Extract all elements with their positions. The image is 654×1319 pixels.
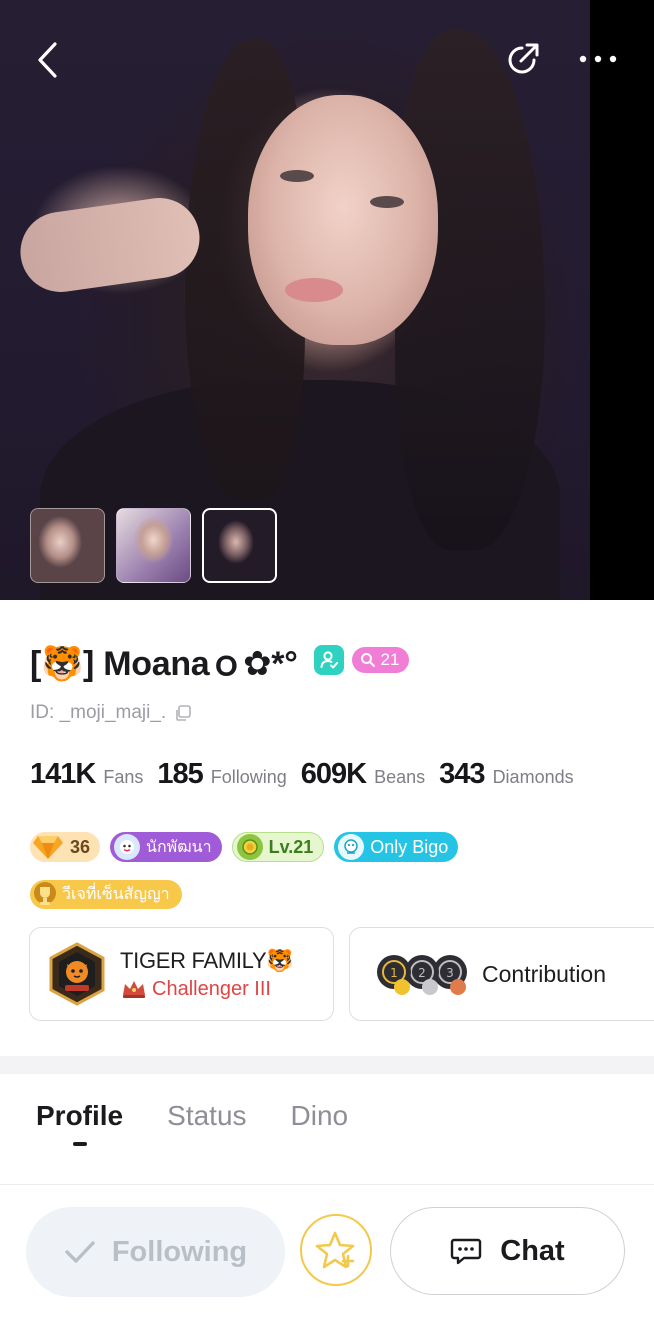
tab-status-label: Status: [167, 1100, 247, 1131]
only-bigo-badge[interactable]: Only Bigo: [334, 832, 459, 862]
gem-level-badge[interactable]: 36: [30, 832, 101, 862]
following-label: Following: [210, 767, 287, 787]
fans-label: Fans: [103, 767, 144, 787]
checkmark-icon: [65, 1241, 95, 1263]
tab-profile[interactable]: Profile: [36, 1100, 124, 1146]
only-bigo-label: Only Bigo: [370, 836, 449, 857]
developer-label: นักพัฒนา: [146, 838, 212, 856]
profile-stats: 141K Fans 185 Following 609K Beans 343 D…: [30, 758, 588, 791]
more-dots-icon: [579, 55, 617, 63]
chat-bubble-icon: [451, 1238, 482, 1265]
chat-button[interactable]: Chat: [390, 1207, 625, 1295]
family-text: TIGER FAMILY🐯 Challenger III: [120, 947, 294, 1001]
signed-vj-badge[interactable]: วีเจที่เซ็นสัญญา: [30, 880, 182, 909]
cover-lips: [285, 278, 343, 302]
family-rank: Challenger III: [152, 977, 271, 1000]
beans-label: Beans: [374, 767, 426, 787]
badge-row: 36 นักพัฒนา Lv.21 Only Bigo: [30, 832, 459, 862]
gem-level-value: 36: [70, 836, 91, 857]
crown-rank-icon: [123, 981, 145, 998]
chevron-left-icon: [38, 42, 57, 78]
family-rank-row: Challenger III: [120, 978, 293, 1001]
tiger-family-emblem-icon: [49, 942, 105, 1006]
following-button[interactable]: Following: [26, 1207, 285, 1297]
contribution-label: Contribution: [482, 960, 607, 987]
profile-id: ID: _moji_maji_.: [30, 702, 167, 723]
tab-dino-label: Dino: [290, 1100, 349, 1131]
photo-thumbnail[interactable]: [30, 508, 105, 583]
photo-thumbnails: [30, 508, 277, 583]
beans-count[interactable]: 609K: [301, 758, 367, 791]
level-pill[interactable]: 21: [351, 647, 410, 673]
family-name: TIGER FAMILY🐯: [120, 947, 294, 973]
profile-name-row: [🐯] Moanaｏ✿*° 21: [30, 638, 410, 683]
diamonds-label: Diamonds: [492, 767, 574, 787]
level-pill-value: 21: [380, 650, 400, 669]
cover-eye: [370, 196, 404, 208]
svg-text:2: 2: [418, 966, 426, 980]
following-button-label: Following: [111, 1235, 248, 1268]
share-button[interactable]: [500, 36, 546, 82]
level-coin-icon: [236, 834, 263, 860]
more-options-button[interactable]: [572, 36, 624, 82]
fans-count[interactable]: 141K: [30, 758, 96, 791]
tab-dino[interactable]: Dino: [291, 1100, 349, 1142]
contribution-card[interactable]: 3 2 1 Contribution: [349, 927, 654, 1021]
user-level-badge[interactable]: Lv.21: [231, 832, 325, 862]
bigo-mascot-icon: [338, 834, 365, 860]
search-person-icon: [360, 653, 375, 667]
cover-photo[interactable]: [0, 0, 654, 600]
diamonds-count[interactable]: 343: [439, 758, 485, 791]
developer-badge[interactable]: นักพัฒนา: [110, 832, 222, 862]
photo-thumbnail-selected[interactable]: [202, 508, 277, 583]
chat-button-label: Chat: [500, 1234, 565, 1267]
cover-arm: [15, 192, 205, 298]
diamond-icon: [33, 836, 63, 859]
mascot-icon: [114, 834, 141, 860]
svg-text:3: 3: [446, 966, 454, 980]
tab-status[interactable]: Status: [167, 1100, 246, 1142]
user-level-label: Lv.21: [268, 836, 314, 857]
user-check-icon: [320, 651, 338, 669]
svg-text:1: 1: [390, 966, 398, 980]
profile-tabs: Profile Status Dino: [36, 1100, 349, 1146]
star-plus-icon: [315, 1231, 355, 1269]
cover-eye: [280, 170, 314, 182]
following-count[interactable]: 185: [157, 758, 203, 791]
signed-vj-label: วีเจที่เซ็นสัญญา: [62, 886, 170, 903]
profile-id-row: ID: _moji_maji_.: [30, 702, 192, 724]
section-divider: [0, 1056, 654, 1074]
verified-badge[interactable]: [313, 645, 344, 675]
favorite-button[interactable]: [300, 1214, 372, 1286]
tabs-divider: [0, 1184, 654, 1185]
trophy-icon: [34, 881, 56, 905]
family-card[interactable]: TIGER FAMILY🐯 Challenger III: [29, 927, 334, 1021]
copy-icon[interactable]: [174, 704, 192, 722]
tab-active-indicator: [72, 1142, 87, 1146]
cover-letterbox: [590, 0, 654, 600]
back-button[interactable]: [26, 38, 70, 82]
contribution-medals-icon: 3 2 1: [377, 955, 467, 995]
tab-profile-label: Profile: [36, 1100, 124, 1131]
share-icon: [508, 43, 539, 74]
profile-name: [🐯] Moanaｏ✿*°: [30, 644, 298, 683]
photo-thumbnail[interactable]: [116, 508, 191, 583]
cover-face: [248, 95, 438, 345]
badge-row-2: วีเจที่เซ็นสัญญา: [30, 880, 182, 909]
